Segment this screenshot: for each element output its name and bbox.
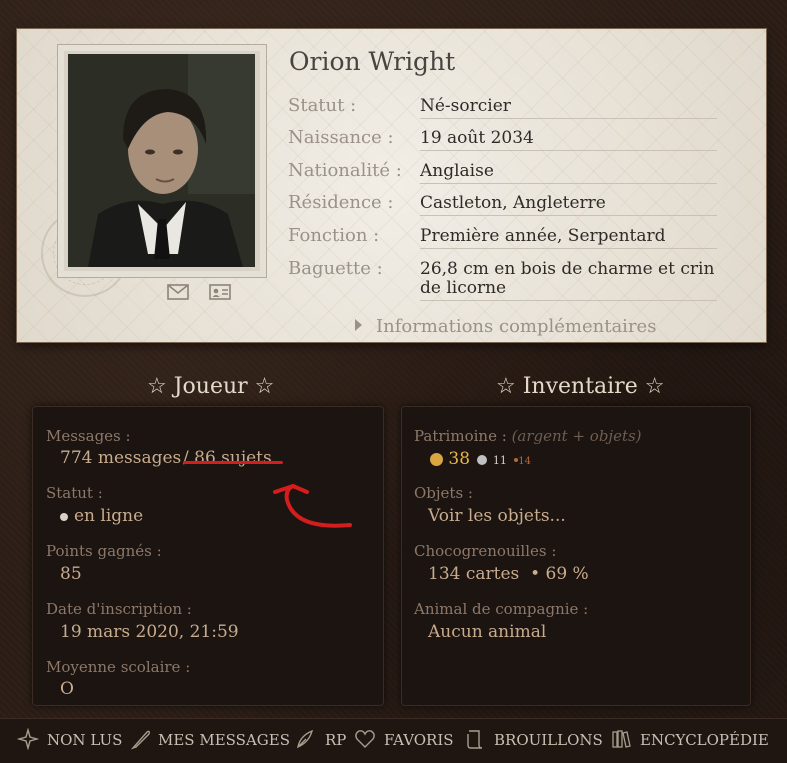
profile-card: Orion Wright Statut : Né-sorcier Naissan… <box>17 29 766 342</box>
field-value: Castleton, Angleterre <box>420 194 717 216</box>
envelope-icon[interactable] <box>167 283 189 301</box>
status-label: Statut : <box>46 484 103 502</box>
heart-icon <box>355 730 375 748</box>
average-label: Moyenne scolaire : <box>46 658 191 676</box>
cards-value: 134 cartes • 69 % <box>428 564 589 584</box>
annotation-underline <box>183 461 283 464</box>
field-value: Première année, Serpentard <box>420 227 717 249</box>
pet-label: Animal de compagnie : <box>414 600 589 618</box>
avatar <box>68 54 255 267</box>
field-label: Statut : <box>288 95 357 116</box>
pet-value: Aucun animal <box>428 622 547 642</box>
id-card-icon[interactable] <box>209 283 231 301</box>
cards-percent: 69 % <box>545 564 589 584</box>
nav-unread[interactable]: NON LUS <box>47 731 122 749</box>
field-nationalite: Nationalité : Anglaise <box>288 160 717 184</box>
field-label: Baguette : <box>288 258 383 279</box>
more-info-toggle[interactable]: Informations complémentaires <box>355 316 656 337</box>
average-value: O <box>60 679 74 699</box>
nav-my-messages[interactable]: MES MESSAGES <box>158 731 290 749</box>
wealth-note: (argent + objets) <box>511 427 642 445</box>
status-value: en ligne <box>60 506 143 526</box>
field-statut: Statut : Né-sorcier <box>288 95 717 119</box>
field-naissance: Naissance : 19 août 2034 <box>288 127 717 151</box>
field-value: Né-sorcier <box>420 97 717 119</box>
field-label: Fonction : <box>288 225 380 246</box>
books-icon <box>612 730 631 748</box>
online-dot-icon <box>60 512 68 521</box>
objects-link[interactable]: Voir les objets... <box>428 506 566 526</box>
gold-coin-icon <box>430 453 443 466</box>
field-baguette: Baguette : 26,8 cm en bois de charme et … <box>288 258 717 301</box>
silver-amount: 11 <box>492 454 507 467</box>
bronze-amount: 14 <box>518 456 531 467</box>
cards-label: Chocogrenouilles : <box>414 542 557 560</box>
status-text: en ligne <box>74 506 144 526</box>
gold-amount: 38 <box>448 449 471 469</box>
field-value: 19 août 2034 <box>420 129 717 151</box>
field-fonction: Fonction : Première année, Serpentard <box>288 225 717 249</box>
field-label: Résidence : <box>288 192 394 213</box>
wealth-label-text: Patrimoine : <box>414 427 507 445</box>
objects-label: Objets : <box>414 484 473 502</box>
registration-value: 19 mars 2020, 21:59 <box>60 622 239 642</box>
quill-icon <box>130 730 150 750</box>
inventory-section-title: ☆ Inventaire ☆ <box>496 374 665 399</box>
field-value: 26,8 cm en bois de charme et crin de lic… <box>420 260 717 301</box>
avatar-portrait <box>68 54 255 267</box>
nav-drafts[interactable]: BROUILLONS <box>494 731 603 749</box>
nav-encyclopedia[interactable]: ENCYCLOPÉDIE <box>640 731 769 749</box>
character-name: Orion Wright <box>289 47 456 76</box>
wealth-label: Patrimoine : (argent + objets) <box>414 427 642 445</box>
scroll-icon <box>467 730 483 749</box>
field-label: Nationalité : <box>288 160 402 181</box>
player-section-title: ☆ Joueur ☆ <box>147 374 275 399</box>
avatar-frame <box>57 44 267 278</box>
sparkle-icon <box>17 728 39 750</box>
silver-coin-icon <box>477 454 488 465</box>
messages-label: Messages : <box>46 427 131 445</box>
bottom-nav-bar: NON LUS MES MESSAGES RP FAVORIS BROUILLO… <box>0 718 787 763</box>
nav-favorites[interactable]: FAVORIS <box>384 731 454 749</box>
registration-label: Date d'inscription : <box>46 600 192 618</box>
messages-value[interactable]: 774 messages <box>60 448 181 468</box>
cards-count: 134 cartes <box>428 564 520 584</box>
topics-link[interactable]: / 86 sujets <box>183 448 272 468</box>
cards-separator: • <box>530 564 541 584</box>
points-label: Points gagnés : <box>46 542 162 560</box>
more-info-label: Informations complémentaires <box>376 316 657 337</box>
field-value: Anglaise <box>420 162 717 184</box>
field-label: Naissance : <box>288 127 394 148</box>
wealth-value: 38 11 14 <box>430 449 531 469</box>
field-residence: Résidence : Castleton, Angleterre <box>288 192 717 216</box>
points-value: 85 <box>60 564 82 584</box>
triangle-right-icon <box>355 319 362 331</box>
nav-rp[interactable]: RP <box>325 731 346 749</box>
feather-icon <box>297 729 314 749</box>
